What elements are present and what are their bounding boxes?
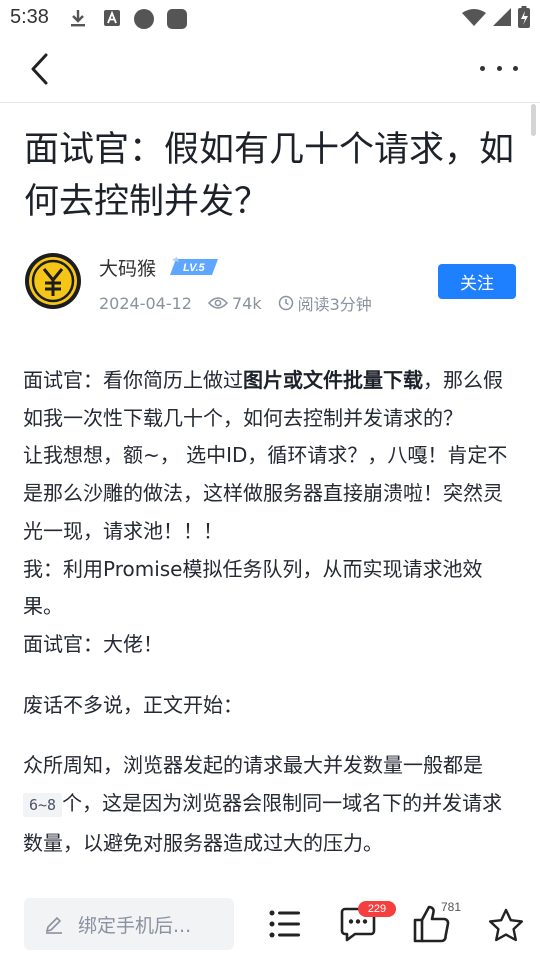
article-title: 面试官：假如有几十个请求，如何去控制并发？ xyxy=(24,130,515,222)
publish-date: 2024-04-12 xyxy=(99,293,192,313)
article-content: 面试官：看你简历上做过图片或文件批量下载，那么假如我一次性下载几十个，如何去控制… xyxy=(23,362,521,862)
bold-text: 图片或文件批量下载 xyxy=(243,368,423,392)
author-avatar[interactable] xyxy=(24,252,82,310)
more-options-icon[interactable] xyxy=(480,62,518,74)
inline-code: 6~8 xyxy=(23,793,63,818)
wifi-icon xyxy=(462,9,486,26)
author-name[interactable]: 大码猴 xyxy=(99,254,156,281)
bottom-action-bar: 绑定手机后... 229 781 xyxy=(0,888,540,960)
star-icon[interactable] xyxy=(488,908,524,942)
comment-input[interactable]: 绑定手机后... xyxy=(24,898,234,950)
view-count-text: 74k xyxy=(231,293,262,313)
eye-icon xyxy=(207,297,228,309)
paragraph: 众所周知，浏览器发起的请求最大并发数量一般都是6~8 个，这是因为浏览器会限制同一… xyxy=(23,753,503,855)
download-icon xyxy=(71,10,85,27)
top-bar xyxy=(0,36,540,103)
back-arrow-icon[interactable] xyxy=(26,52,56,86)
paragraph: 我：利用Promise模拟任务队列，从而实现请求池效果。 xyxy=(23,556,483,619)
comment-count-badge: 229 xyxy=(358,901,396,917)
view-count: 74k xyxy=(207,293,262,313)
status-bar: 5:38 xyxy=(0,0,540,36)
font-app-icon xyxy=(104,10,120,26)
follow-button[interactable]: 关注 xyxy=(438,264,516,299)
app-square-icon xyxy=(167,9,187,29)
level-badge: LV.5 xyxy=(170,257,218,275)
scrollbar[interactable] xyxy=(531,104,536,136)
paragraph: 废话不多说，正文开始： xyxy=(23,692,243,717)
level-text: LV.5 xyxy=(183,262,205,274)
paragraph: 面试官：大佬！ xyxy=(23,631,163,656)
read-time-text: 阅读3分钟 xyxy=(297,295,372,314)
list-icon[interactable] xyxy=(268,908,302,940)
pencil-icon xyxy=(45,916,62,934)
read-time: 阅读3分钟 xyxy=(278,291,372,315)
paragraph: 面试官：看你简历上做过图片或文件批量下载，那么假如我一次性下载几十个，如何去控制… xyxy=(23,368,503,430)
signal-icon xyxy=(493,8,511,26)
paragraph: 让我想想，额~， 选中ID，循环请求？，八嘎！肯定不是那么沙雕的做法，这样做服务… xyxy=(23,443,508,543)
article-meta: 2024-04-12 74k 阅读3分钟 xyxy=(99,291,388,315)
app-circle-icon xyxy=(134,9,154,29)
battery-icon xyxy=(518,6,530,28)
like-count: 781 xyxy=(441,900,462,914)
clock-icon xyxy=(278,295,293,311)
comment-placeholder: 绑定手机后... xyxy=(78,914,192,937)
status-time: 5:38 xyxy=(10,6,49,28)
